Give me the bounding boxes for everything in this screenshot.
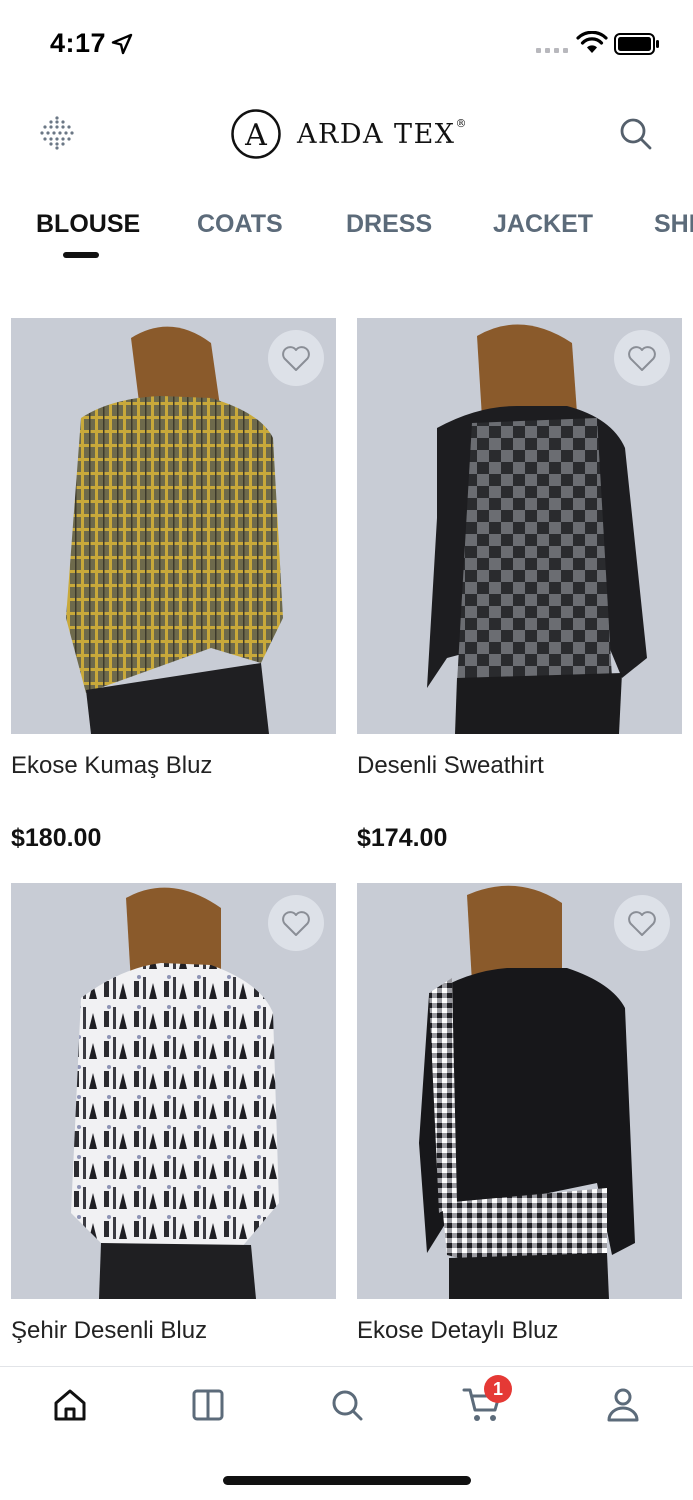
tab-jacket[interactable]: JACKET — [493, 210, 593, 239]
tab-shirt[interactable]: SHI — [654, 210, 693, 239]
logo-mark-icon: A — [231, 109, 281, 159]
product-name[interactable]: Ekose Kumaş Bluz — [11, 752, 336, 780]
product-card[interactable]: Desenli Sweathirt $174.00 — [357, 318, 682, 853]
menu-dots-icon[interactable] — [38, 114, 76, 152]
product-image[interactable] — [357, 318, 682, 734]
catalog-icon — [192, 1389, 224, 1421]
app-header: A ARDA TEX® — [0, 90, 693, 180]
heart-icon — [628, 346, 656, 371]
wifi-icon — [576, 31, 608, 53]
logo-text: ARDA TEX® — [297, 116, 468, 150]
nav-cart[interactable]: 1 — [458, 1375, 512, 1429]
status-time: 4:17 — [50, 28, 107, 58]
product-card[interactable]: Ekose Kumaş Bluz $180.00 — [11, 318, 336, 853]
product-price: $180.00 — [11, 824, 102, 852]
home-icon — [54, 1389, 86, 1421]
favorite-button[interactable] — [614, 895, 670, 951]
tab-dress[interactable]: DRESS — [346, 210, 432, 239]
status-bar: 4:17 — [0, 0, 693, 90]
active-tab-indicator — [63, 252, 99, 258]
search-icon[interactable] — [616, 114, 656, 154]
product-name[interactable]: Şehir Desenli Bluz — [11, 1317, 336, 1345]
favorite-button[interactable] — [614, 330, 670, 386]
heart-icon — [282, 346, 310, 371]
brand-logo[interactable]: A ARDA TEX® — [230, 107, 468, 161]
nav-account[interactable] — [599, 1381, 647, 1429]
product-card[interactable]: Şehir Desenli Bluz — [11, 883, 336, 1345]
logo-letter: A — [244, 118, 267, 153]
category-tabs: BLOUSE COATS DRESS JACKET SHI — [0, 196, 693, 276]
product-image[interactable] — [11, 318, 336, 734]
logo-name: ARDA TEX — [297, 118, 456, 150]
tab-blouse[interactable]: BLOUSE — [36, 210, 140, 239]
product-name[interactable]: Ekose Detaylı Bluz — [357, 1317, 682, 1345]
nav-search[interactable] — [323, 1381, 371, 1429]
heart-icon — [282, 911, 310, 936]
user-icon — [607, 1388, 639, 1422]
location-arrow-icon — [111, 33, 133, 55]
battery-icon — [614, 33, 659, 55]
tab-coats[interactable]: COATS — [197, 210, 283, 239]
product-price: $174.00 — [357, 824, 448, 852]
product-card[interactable]: Ekose Detaylı Bluz — [357, 883, 682, 1345]
favorite-button[interactable] — [268, 895, 324, 951]
cart-count-badge: 1 — [484, 1375, 512, 1403]
logo-registered-mark: ® — [455, 116, 468, 130]
nav-catalog[interactable] — [184, 1381, 232, 1429]
product-image[interactable] — [357, 883, 682, 1299]
cellular-signal-icon — [536, 48, 568, 53]
nav-home[interactable] — [46, 1381, 94, 1429]
product-name[interactable]: Desenli Sweathirt — [357, 752, 682, 780]
favorite-button[interactable] — [268, 330, 324, 386]
heart-icon — [628, 911, 656, 936]
product-image[interactable] — [11, 883, 336, 1299]
search-icon — [332, 1390, 363, 1421]
home-indicator[interactable] — [223, 1476, 471, 1485]
